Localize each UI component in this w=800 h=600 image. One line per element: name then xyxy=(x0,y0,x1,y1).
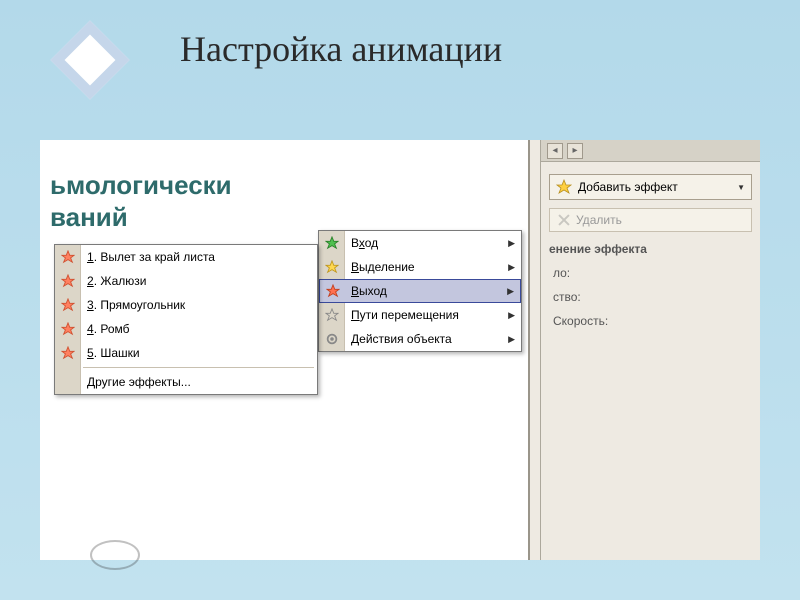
close-icon xyxy=(558,214,570,226)
pane-header: ◂ ▸ xyxy=(541,140,760,162)
app-screenshot: ьмологически ваний ◂ ▸ Добавить эффект ▼… xyxy=(40,140,760,560)
star-red-icon xyxy=(60,249,76,265)
pane-nav-button[interactable]: ◂ xyxy=(547,143,563,159)
menu-item-Действия объекта[interactable]: Действия объекта ▶ xyxy=(319,327,521,351)
submenu-arrow-icon: ▶ xyxy=(508,310,515,321)
exit-effect-item[interactable]: 1. Вылет за край листа xyxy=(55,245,317,269)
menu-item-Выделение[interactable]: Выделение ▶ xyxy=(319,255,521,279)
star-outline-icon xyxy=(324,307,340,323)
exit-effect-label: 5. Шашки xyxy=(87,346,140,360)
more-effects-label: Другие эффекты... xyxy=(87,375,191,389)
menu-item-label: Действия объекта xyxy=(351,332,452,346)
submenu-arrow-icon: ▶ xyxy=(508,334,515,345)
speed-field-label: Скорость: xyxy=(553,314,748,328)
exit-effect-item[interactable]: 4. Ромб xyxy=(55,317,317,341)
start-field-label: ло: xyxy=(553,266,748,280)
menu-item-label: Выход xyxy=(351,284,387,298)
chevron-down-icon: ▼ xyxy=(737,183,745,192)
menu-item-label: Выделение xyxy=(351,260,415,274)
menu-separator xyxy=(83,367,314,368)
star-red-icon xyxy=(60,297,76,313)
star-add-icon xyxy=(556,179,572,195)
slide-bullet-diamond xyxy=(50,20,130,100)
exit-effect-label: 4. Ромб xyxy=(87,322,130,336)
pane-nav-button[interactable]: ▸ xyxy=(567,143,583,159)
star-green-icon xyxy=(324,235,340,251)
slide-text-line: ваний xyxy=(50,202,128,233)
add-effect-label: Добавить эффект xyxy=(578,180,678,194)
delete-label: Удалить xyxy=(576,213,622,227)
star-red-icon xyxy=(60,345,76,361)
exit-effect-item[interactable]: 3. Прямоугольник xyxy=(55,293,317,317)
star-red-icon xyxy=(60,321,76,337)
submenu-arrow-icon: ▶ xyxy=(508,238,515,249)
exit-effects-submenu: 1. Вылет за край листа 2. Жалюзи 3. Прямоу… xyxy=(54,244,318,395)
exit-effect-item[interactable]: 2. Жалюзи xyxy=(55,269,317,293)
menu-item-Вход[interactable]: Вход ▶ xyxy=(319,231,521,255)
effect-category-menu: Вход▶Выделение▶Выход▶Пути перемещения▶Де… xyxy=(318,230,522,352)
star-red-icon xyxy=(325,283,341,299)
exit-effect-item[interactable]: 5. Шашки xyxy=(55,341,317,365)
menu-item-Пути перемещения[interactable]: Пути перемещения ▶ xyxy=(319,303,521,327)
page-title: Настройка анимации xyxy=(180,28,502,70)
slide-text-line: ьмологически xyxy=(50,170,232,201)
gear-icon xyxy=(324,331,340,347)
add-effect-button[interactable]: Добавить эффект ▼ xyxy=(549,174,752,200)
delete-button[interactable]: Удалить xyxy=(549,208,752,232)
menu-item-label: Вход xyxy=(351,236,378,250)
exit-effect-label: 3. Прямоугольник xyxy=(87,298,185,312)
submenu-arrow-icon: ▶ xyxy=(508,262,515,273)
menu-item-Выход[interactable]: Выход ▶ xyxy=(319,279,521,303)
effect-change-label: енение эффекта xyxy=(549,242,752,256)
star-yellow-icon xyxy=(324,259,340,275)
exit-effect-label: 1. Вылет за край листа xyxy=(87,250,215,264)
property-field-label: ство: xyxy=(553,290,748,304)
slide-decorative-shape xyxy=(90,540,140,570)
exit-effect-label: 2. Жалюзи xyxy=(87,274,146,288)
more-effects-item[interactable]: Другие эффекты... xyxy=(55,370,317,394)
submenu-arrow-icon: ▶ xyxy=(507,286,514,297)
animation-task-pane: ◂ ▸ Добавить эффект ▼ Удалить енение эфф… xyxy=(540,140,760,560)
menu-item-label: Пути перемещения xyxy=(351,308,459,322)
star-red-icon xyxy=(60,273,76,289)
